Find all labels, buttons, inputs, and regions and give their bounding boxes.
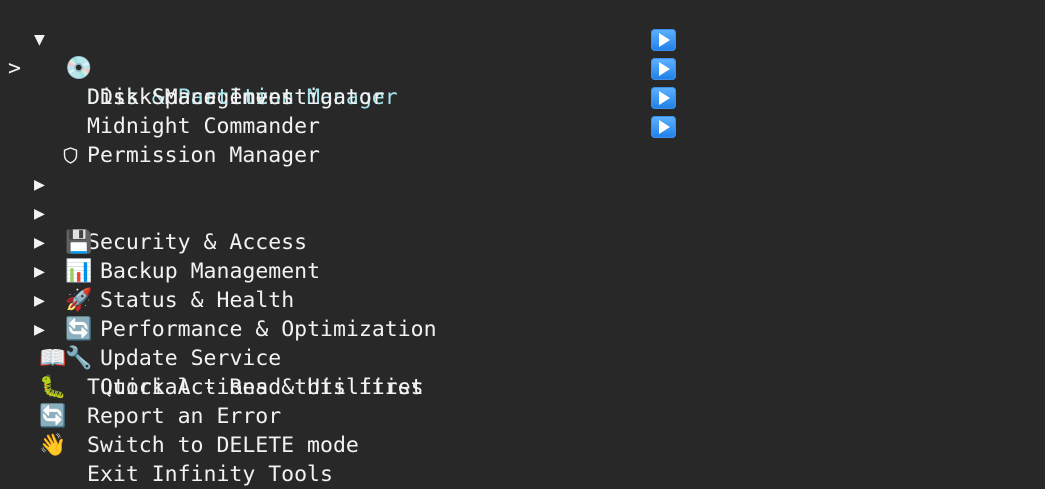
shield-icon xyxy=(63,147,78,164)
play-button-icon[interactable] xyxy=(651,29,676,51)
menu-item-permission-manager[interactable]: Permission Manager xyxy=(0,112,1045,168)
play-button-icon[interactable] xyxy=(651,58,676,80)
menu-group-disk-management[interactable]: ▼ 💿 Disk Management xyxy=(0,0,1045,110)
menu-group-performance-optimization[interactable]: ▶ 🚀 Performance & Optimization xyxy=(0,228,1045,342)
play-button-icon[interactable] xyxy=(651,87,676,109)
menu-group-security-access[interactable]: ▶ Security & Access xyxy=(0,141,1045,255)
menu-item-switch-delete-mode[interactable]: 🔄 Switch to DELETE mode xyxy=(0,373,1045,458)
menu-group-update-service[interactable]: ▶ 🔄 Update Service xyxy=(0,257,1045,371)
waving-hand-icon: 👋 xyxy=(39,433,67,458)
menu-item-label: Exit Infinity Tools xyxy=(87,462,333,487)
menu-item-disk-space-investigator[interactable]: Disk Space Investigator xyxy=(0,54,1045,110)
menu-item-exit[interactable]: 👋 Exit Infinity Tools xyxy=(0,402,1045,487)
menu-item-midnight-commander[interactable]: Midnight Commander xyxy=(0,83,1045,139)
menu-group-quick-actions-utilities[interactable]: ▶ 🔧 Quick Actions & Utilities xyxy=(0,286,1045,400)
menu-item-report-error[interactable]: 🐛 Report an Error xyxy=(0,344,1045,429)
menu-item-disk-partition-manager[interactable]: > Disk & Partition Manager xyxy=(0,25,1045,110)
menu-item-tutorial[interactable]: 📖 Tutorial - Read this first xyxy=(0,315,1045,400)
play-button-icon[interactable] xyxy=(651,116,676,138)
menu-group-status-health[interactable]: ▶ 📊 Status & Health xyxy=(0,199,1045,313)
menu-group-backup-management[interactable]: ▶ 💾 Backup Management xyxy=(0,170,1045,284)
menu-item-label: Switch to DELETE mode xyxy=(87,433,359,458)
